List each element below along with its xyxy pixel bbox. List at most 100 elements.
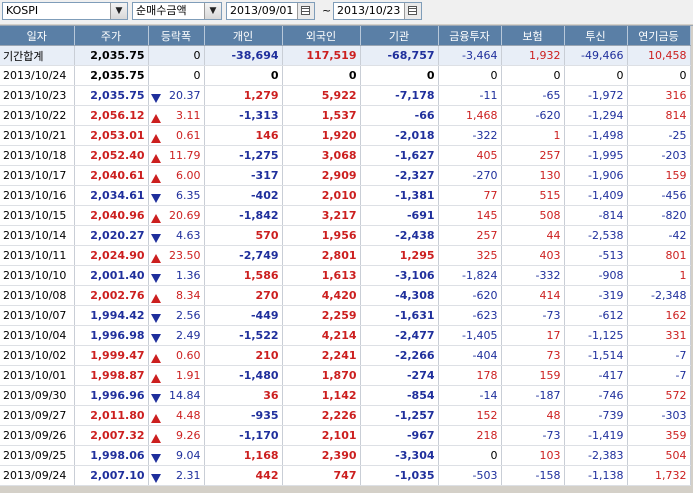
date-cell: 2013/10/21 [0, 125, 75, 146]
change-cell: 14.84 [148, 385, 205, 406]
start-date-field[interactable]: 2013/09/01 [226, 2, 315, 20]
foreign-cell: 3,217 [282, 205, 361, 226]
col-individual[interactable]: 개인 [204, 26, 283, 46]
change-cell: 1.36 [148, 265, 205, 286]
institution-cell: -1,381 [360, 185, 439, 206]
arrow-down-icon [150, 393, 161, 403]
table-row[interactable]: 2013/09/30 1,996.96 14.84 36 1,142 -854 -14 -18… [0, 385, 691, 406]
col-date[interactable]: 일자 [0, 26, 75, 46]
chevron-down-icon[interactable]: ▼ [204, 3, 221, 19]
institution-cell: -274 [360, 365, 439, 386]
table-row[interactable]: 2013/10/22 2,056.12 3.11 -1,313 1,537 -66 1,46… [0, 105, 691, 126]
foreign-cell: 1,920 [282, 125, 361, 146]
table-row[interactable]: 2013/10/11 2,024.90 23.50 -2,749 2,801 1,295 3… [0, 245, 691, 266]
table-row[interactable]: 2013/10/17 2,040.61 6.00 -317 2,909 -2,327 -27… [0, 165, 691, 186]
table-row[interactable]: 2013/09/24 2,007.10 2.31 442 747 -1,035 -503 -1… [0, 465, 691, 486]
table-row[interactable]: 2013/10/24 2,035.75 0 0 0 0 0 0 0 0 [0, 65, 691, 86]
change-cell: 0 [148, 45, 205, 66]
pension-cell: -820 [627, 205, 691, 226]
calendar-icon[interactable] [404, 3, 421, 19]
col-institution[interactable]: 기관 [360, 26, 439, 46]
table-row[interactable]: 기간합계 2,035.75 0 -38,694 117,519 -68,757 -3,464… [0, 45, 691, 66]
table-row[interactable]: 2013/10/15 2,040.96 20.69 -1,842 3,217 -691 14… [0, 205, 691, 226]
table-row[interactable]: 2013/10/01 1,998.87 1.91 -1,480 1,870 -274 178… [0, 365, 691, 386]
col-insurance[interactable]: 보험 [501, 26, 565, 46]
table-row[interactable]: 2013/10/07 1,994.42 2.56 -449 2,259 -1,631 -62… [0, 305, 691, 326]
col-change[interactable]: 등락폭 [148, 26, 205, 46]
table-row[interactable]: 2013/10/02 1,999.47 0.60 210 2,241 -2,266 -404… [0, 345, 691, 366]
financial-cell: 145 [438, 205, 502, 226]
arrow-up-icon [150, 413, 161, 423]
table-row[interactable]: 2013/10/04 1,996.98 2.49 -1,522 4,214 -2,477-… [0, 325, 691, 346]
date-cell: 2013/10/17 [0, 165, 75, 186]
change-cell: 2.56 [148, 305, 205, 326]
institution-cell: 0 [360, 65, 439, 86]
table-row[interactable]: 2013/09/25 1,998.06 9.04 1,168 2,390 -3,304 0 1… [0, 445, 691, 466]
market-select[interactable]: KOSPI ▼ [2, 2, 128, 20]
toolbar: KOSPI ▼ 순매수금액 ▼ 2013/09/01 ~ 2013/10/23 [0, 0, 693, 24]
financial-cell: 405 [438, 145, 502, 166]
institution-cell: -691 [360, 205, 439, 226]
pension-cell: 359 [627, 425, 691, 446]
col-price[interactable]: 주가 [74, 26, 149, 46]
table-row[interactable]: 2013/10/10 2,001.40 1.36 1,586 1,613 -3,106 -1… [0, 265, 691, 286]
col-trust[interactable]: 투신 [564, 26, 628, 46]
date-cell: 2013/10/10 [0, 265, 75, 286]
trust-cell: -513 [564, 245, 628, 266]
date-cell: 2013/10/15 [0, 205, 75, 226]
chevron-down-icon[interactable]: ▼ [110, 3, 127, 19]
date-cell: 2013/10/02 [0, 345, 75, 366]
individual-cell: 270 [204, 285, 283, 306]
financial-cell: -1,824 [438, 265, 502, 286]
individual-cell: 1,586 [204, 265, 283, 286]
foreign-cell: 2,801 [282, 245, 361, 266]
table-row[interactable]: 2013/09/26 2,007.32 9.26 -1,170 2,101 -967 218… [0, 425, 691, 446]
price-cell: 2,052.40 [74, 145, 149, 166]
table-row[interactable]: 2013/09/27 2,011.80 4.48 -935 2,226 -1,257 152… [0, 405, 691, 426]
price-cell: 1,999.47 [74, 345, 149, 366]
trust-cell: -739 [564, 405, 628, 426]
foreign-cell: 5,922 [282, 85, 361, 106]
calendar-icon[interactable] [297, 3, 314, 19]
end-date-field[interactable]: 2013/10/23 [333, 2, 422, 20]
table-row[interactable]: 2013/10/14 2,020.27 4.63 570 1,956 -2,438 257 4… [0, 225, 691, 246]
foreign-cell: 2,101 [282, 425, 361, 446]
price-cell: 2,035.75 [74, 45, 149, 66]
change-cell: 0.61 [148, 125, 205, 146]
institution-cell: -1,035 [360, 465, 439, 486]
trust-cell: -319 [564, 285, 628, 306]
individual-cell: 570 [204, 225, 283, 246]
trust-cell: -1,294 [564, 105, 628, 126]
table-row[interactable]: 2013/10/16 2,034.61 6.35 -402 2,010 -1,381 77 5… [0, 185, 691, 206]
individual-cell: 1,168 [204, 445, 283, 466]
table-row[interactable]: 2013/10/08 2,002.76 8.34 270 4,420 -4,308 -620… [0, 285, 691, 306]
change-cell: 6.35 [148, 185, 205, 206]
foreign-cell: 2,241 [282, 345, 361, 366]
table-row[interactable]: 2013/10/18 2,052.40 11.79 -1,275 3,068 -1,627… [0, 145, 691, 166]
insurance-cell: 515 [501, 185, 565, 206]
date-range-separator: ~ [322, 4, 332, 17]
col-foreign[interactable]: 외국인 [282, 26, 361, 46]
col-pension[interactable]: 연기금등 [627, 26, 691, 46]
pension-cell: 331 [627, 325, 691, 346]
insurance-cell: -332 [501, 265, 565, 286]
institution-cell: -3,304 [360, 445, 439, 466]
price-cell: 2,056.12 [74, 105, 149, 126]
price-cell: 2,040.96 [74, 205, 149, 226]
trust-cell: -1,498 [564, 125, 628, 146]
table-row[interactable]: 2013/10/23 2,035.75 20.37 1,279 5,922 -7,178-… [0, 85, 691, 106]
change-value: 4.48 [176, 408, 201, 422]
table-row[interactable]: 2013/10/21 2,053.01 0.61 146 1,920 -2,018 -322… [0, 125, 691, 146]
metric-select[interactable]: 순매수금액 ▼ [132, 2, 222, 20]
trust-cell: -49,466 [564, 45, 628, 66]
insurance-cell: 403 [501, 245, 565, 266]
financial-cell: -14 [438, 385, 502, 406]
col-financial[interactable]: 금융투자 [438, 26, 502, 46]
pension-cell: 159 [627, 165, 691, 186]
price-cell: 1,998.06 [74, 445, 149, 466]
price-cell: 1,998.87 [74, 365, 149, 386]
trust-cell: -1,995 [564, 145, 628, 166]
individual-cell: -1,842 [204, 205, 283, 226]
arrow-down-icon [150, 193, 161, 203]
trust-cell: -1,514 [564, 345, 628, 366]
